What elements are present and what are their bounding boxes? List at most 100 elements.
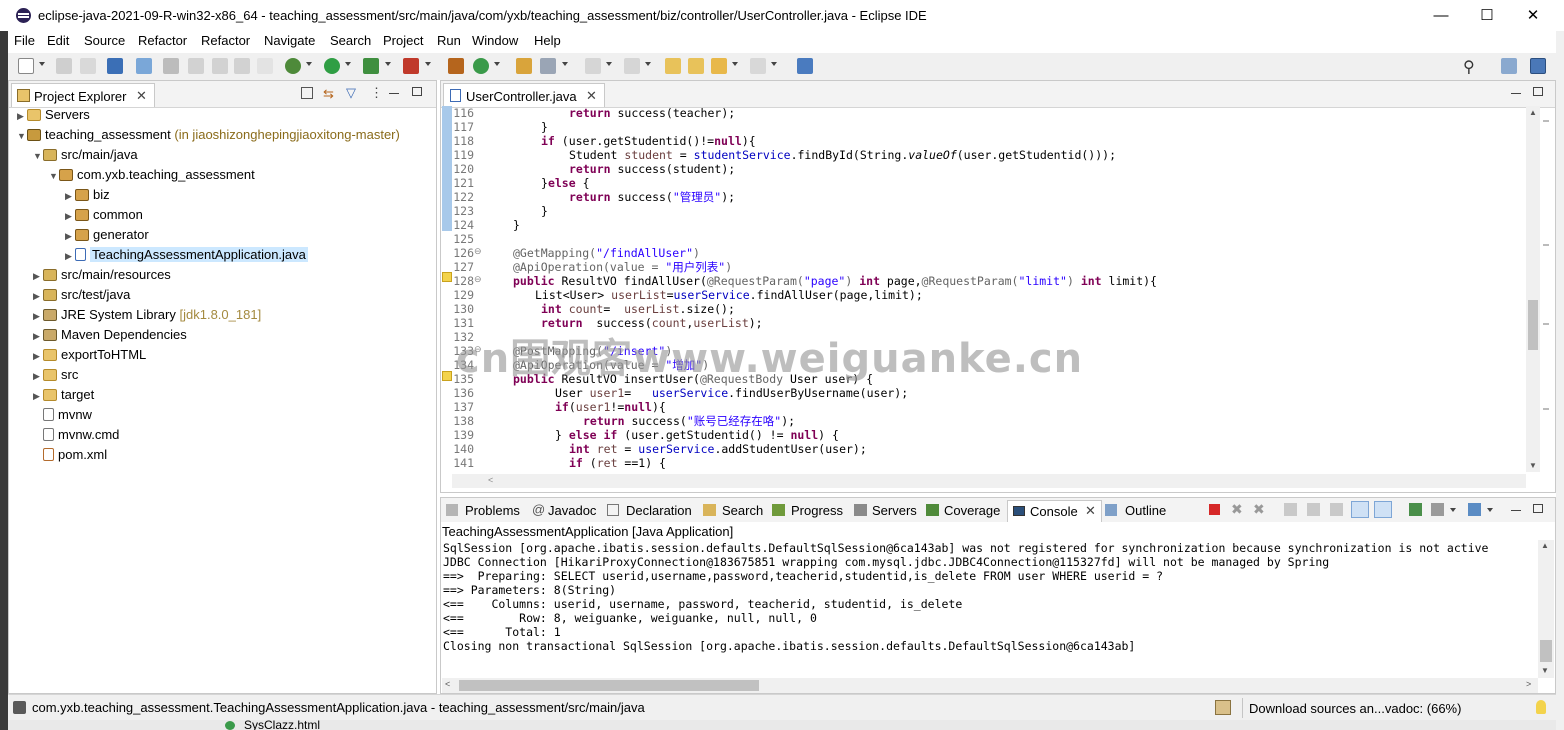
word-wrap-icon[interactable]: [1330, 503, 1343, 516]
editor-horizontal-scrollbar[interactable]: [452, 474, 1526, 488]
filter-icon[interactable]: ▽: [346, 85, 356, 101]
remove-launch-icon[interactable]: ✖: [1231, 501, 1243, 518]
chevron-right-icon[interactable]: ▶: [33, 366, 43, 386]
menu-project[interactable]: Project: [383, 33, 423, 48]
whitespace-icon[interactable]: [257, 58, 273, 74]
menu-source[interactable]: Source: [84, 33, 125, 48]
chevron-up-icon[interactable]: ▲: [1541, 541, 1549, 550]
minimize-view-icon[interactable]: [389, 93, 399, 94]
chevron-right-icon[interactable]: ▶: [33, 266, 43, 286]
chevron-down-icon[interactable]: [732, 62, 738, 66]
code-area[interactable]: return success(teacher); } if (user.getS…: [485, 106, 1525, 472]
new-class-icon[interactable]: [473, 58, 489, 74]
link-editor-icon[interactable]: ⇆: [323, 86, 334, 102]
tree-item-mvnw[interactable]: mvnw: [43, 405, 92, 425]
menu-edit[interactable]: Edit: [47, 33, 69, 48]
view-menu-icon[interactable]: ⋮: [370, 85, 383, 101]
tree-item-jre-library[interactable]: ▶ JRE System Library [jdk1.8.0_181]: [33, 305, 261, 325]
tree-item-application-java[interactable]: ▶ TeachingAssessmentApplication.java: [65, 245, 308, 265]
word-wrap-icon[interactable]: [234, 58, 250, 74]
chevron-right-icon[interactable]: ▶: [65, 226, 75, 246]
maximize-view-icon[interactable]: [1533, 504, 1543, 513]
tree-item-src-main-java[interactable]: ▼ src/main/java: [33, 145, 138, 165]
chevron-down-icon[interactable]: ▼: [1541, 666, 1549, 675]
chevron-right-icon[interactable]: ▶: [33, 306, 43, 326]
tab-project-explorer[interactable]: Project Explorer ✕: [11, 83, 155, 107]
chevron-up-icon[interactable]: ▲: [1529, 108, 1537, 117]
chevron-down-icon[interactable]: ▼: [49, 166, 59, 186]
close-icon[interactable]: ✕: [1085, 503, 1096, 519]
tab-declaration[interactable]: Declaration: [626, 503, 692, 518]
chevron-down-icon[interactable]: ▼: [1529, 461, 1537, 470]
terminate-icon[interactable]: [1209, 504, 1220, 515]
skip-breakpoints-icon[interactable]: [136, 58, 152, 74]
menu-navigate[interactable]: Navigate: [264, 33, 315, 48]
tree-item-mvnw-cmd[interactable]: mvnw.cmd: [43, 425, 119, 445]
console-scroll-thumb[interactable]: [1540, 640, 1552, 662]
menu-window[interactable]: Window: [472, 33, 518, 48]
chevron-down-icon[interactable]: [494, 62, 500, 66]
tab-coverage[interactable]: Coverage: [944, 503, 1000, 518]
tab-console-active[interactable]: Console ✕: [1007, 500, 1102, 522]
close-icon[interactable]: ✕: [586, 88, 597, 104]
tree-item-common[interactable]: ▶ common: [65, 205, 143, 225]
debug-icon[interactable]: [285, 58, 301, 74]
taskbar-item-label[interactable]: SysClazz.html: [244, 720, 320, 730]
open-perspective-button-icon[interactable]: [1501, 58, 1517, 74]
maximize-button[interactable]: ☐: [1464, 4, 1510, 28]
close-icon[interactable]: ✕: [136, 88, 147, 104]
open-perspective-icon[interactable]: [797, 58, 813, 74]
coverage-icon[interactable]: [363, 58, 379, 74]
chevron-right-icon[interactable]: ▶: [33, 386, 43, 406]
chevron-down-icon[interactable]: [385, 62, 391, 66]
chevron-right-icon[interactable]: >: [1526, 679, 1531, 689]
tree-item-package-root[interactable]: ▼ com.yxb.teaching_assessment: [49, 165, 255, 185]
open-type-icon[interactable]: [516, 58, 532, 74]
prev-annotation-icon[interactable]: [624, 58, 640, 74]
menu-help[interactable]: Help: [534, 33, 561, 48]
tab-outline[interactable]: Outline: [1125, 503, 1166, 518]
show-on-stderr-icon[interactable]: [1374, 501, 1392, 518]
minimize-button[interactable]: —: [1418, 4, 1464, 28]
tree-item-servers[interactable]: ▶ Servers: [17, 105, 90, 125]
menu-run[interactable]: Run: [437, 33, 461, 48]
tab-servers[interactable]: Servers: [872, 503, 917, 518]
tab-javadoc[interactable]: Javadoc: [548, 503, 596, 518]
menu-file[interactable]: File: [14, 33, 35, 48]
minimize-view-icon[interactable]: [1511, 93, 1521, 94]
clear-console-icon[interactable]: [1284, 503, 1297, 516]
tree-item-src[interactable]: ▶ src: [33, 365, 78, 385]
search-tool-icon[interactable]: [540, 58, 556, 74]
run-icon[interactable]: [324, 58, 340, 74]
chevron-down-icon[interactable]: [645, 62, 651, 66]
forward-edit-icon[interactable]: [688, 58, 704, 74]
chevron-down-icon[interactable]: [606, 62, 612, 66]
maximize-view-icon[interactable]: [412, 87, 422, 96]
chevron-down-icon[interactable]: ▼: [17, 126, 27, 146]
display-console-icon[interactable]: [1431, 503, 1444, 516]
new-java-project-icon[interactable]: [448, 58, 464, 74]
close-window-button[interactable]: ✕: [1510, 4, 1556, 28]
chevron-down-icon[interactable]: [771, 62, 777, 66]
mark-occurrences-icon[interactable]: [163, 58, 179, 74]
chevron-left-icon[interactable]: <: [445, 679, 450, 689]
show-on-stdout-icon[interactable]: [1351, 501, 1369, 518]
last-edit-icon[interactable]: [665, 58, 681, 74]
tree-item-maven-dependencies[interactable]: ▶ Maven Dependencies: [33, 325, 187, 345]
save-all-icon[interactable]: [80, 58, 96, 74]
tab-problems[interactable]: Problems: [465, 503, 520, 518]
tree-item-export-to-html[interactable]: ▶ exportToHTML: [33, 345, 146, 365]
next-annotation-icon[interactable]: [585, 58, 601, 74]
minimize-view-icon[interactable]: [1511, 510, 1521, 511]
chevron-down-icon[interactable]: [1450, 508, 1456, 512]
tree-item-pom-xml[interactable]: pom.xml: [43, 445, 107, 465]
remove-all-icon[interactable]: ✖: [1253, 501, 1265, 518]
tree-item-biz[interactable]: ▶ biz: [65, 185, 110, 205]
tab-search[interactable]: Search: [722, 503, 763, 518]
toggle-icon[interactable]: [188, 58, 204, 74]
back-icon[interactable]: [711, 58, 727, 74]
tree-item-src-test-java[interactable]: ▶ src/test/java: [33, 285, 130, 305]
chevron-right-icon[interactable]: ▶: [33, 346, 43, 366]
tip-lightbulb-icon[interactable]: [1536, 700, 1546, 714]
java-perspective-icon[interactable]: [1530, 58, 1546, 74]
